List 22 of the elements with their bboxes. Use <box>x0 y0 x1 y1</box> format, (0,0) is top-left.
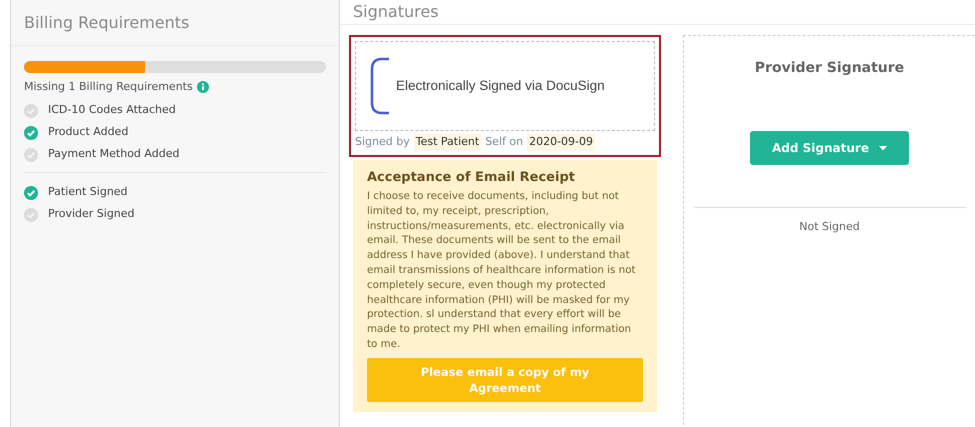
email-copy-button[interactable]: Please email a copy of my Agreement <box>367 358 643 402</box>
provider-title: Provider Signature <box>754 59 904 78</box>
requirement-label: Product Added <box>48 124 128 140</box>
add-signature-button[interactable]: Add Signature <box>750 131 909 165</box>
signature-text: Electronically Signed via DocuSign <box>396 76 605 95</box>
caret-icon <box>878 146 887 150</box>
requirement-label: Patient Signed <box>48 184 128 200</box>
panel-title: Billing Requirements <box>24 12 190 34</box>
panel-title: Signatures <box>353 1 439 23</box>
signed-date: 2020-09-09 <box>527 134 596 150</box>
signature-stroke-drawing <box>370 57 390 115</box>
consent-text: I choose to receive documents, including but not limited to, my receipt, prescription, instructions/measurements, etc. electronically via email. These documents will be sent to the email address I have provided (above). I understand that email transmissions of healthcare information is not completely secure, even though my protected healthcare information (PHI) will be masked for my protection. sl understand that every effort will be made to protect my PHI when emailing information to me. <box>367 189 637 352</box>
signature-status: Not Signed <box>799 219 860 235</box>
requirement-label: Payment Method Added <box>48 146 180 162</box>
info-icon <box>196 81 209 94</box>
requirement-label: ICD-10 Codes Attached <box>48 102 176 118</box>
signer-name: Test Patient <box>414 134 482 150</box>
consent-title: Acceptance of Email Receipt <box>367 168 576 186</box>
role-label: Self on <box>485 134 524 150</box>
signed-by-label: Signed by <box>355 134 410 150</box>
missing-summary: Missing 1 Billing Requirements <box>24 79 193 95</box>
requirement-label: Provider Signed <box>48 206 135 222</box>
